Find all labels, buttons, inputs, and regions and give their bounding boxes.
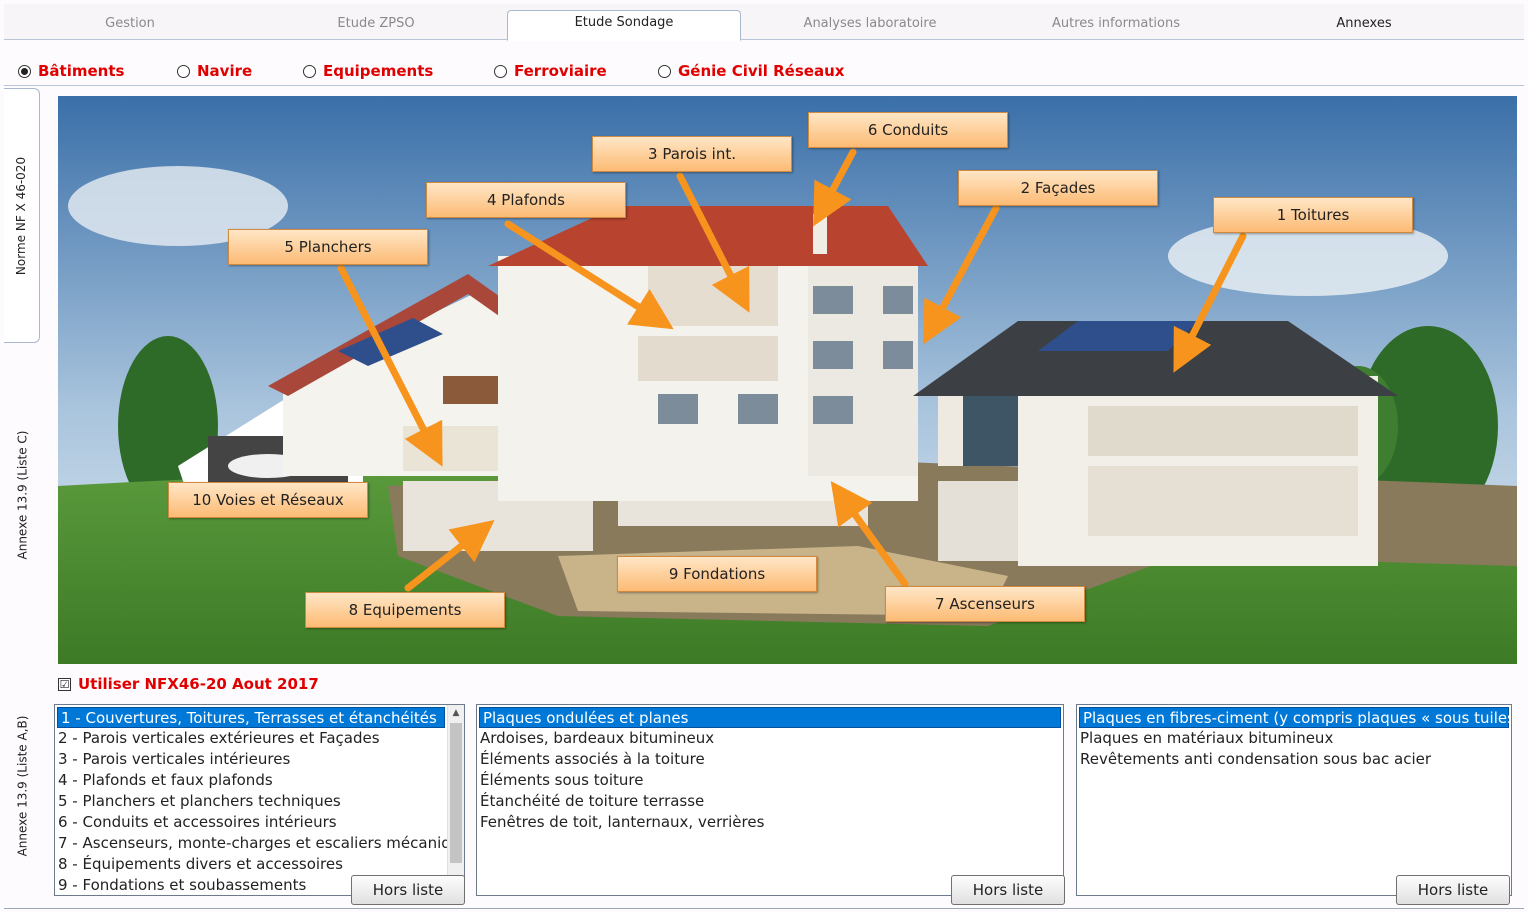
list-item[interactable]: 8 - Équipements divers et accessoires [55, 854, 464, 875]
bottom-divider [4, 908, 1524, 909]
callout-conduits[interactable]: 6 Conduits [808, 112, 1008, 148]
tab-annexes[interactable]: Annexes [1242, 12, 1486, 40]
radio-label: Génie Civil Réseaux [678, 62, 845, 80]
hors-liste-button-1[interactable]: Hors liste [351, 875, 465, 905]
building-illustration: 6 Conduits 3 Parois int. 2 Façades 4 Pla… [58, 96, 1517, 664]
radio-unchecked-icon [303, 64, 316, 78]
radio-checked-icon [18, 64, 31, 78]
radio-unchecked-icon [494, 64, 507, 78]
callout-plafonds[interactable]: 4 Plafonds [426, 182, 626, 218]
list-item[interactable]: Revêtements anti condensation sous bac a… [1077, 749, 1511, 770]
callout-facades[interactable]: 2 Façades [958, 170, 1158, 206]
callout-planchers[interactable]: 5 Planchers [228, 229, 428, 265]
radio-label: Bâtiments [38, 62, 125, 80]
side-tab-annexe-liste-c[interactable]: Annexe 13.9 (Liste C) [4, 350, 40, 640]
side-tab-annexe-liste-ab[interactable]: Annexe 13.9 (Liste A,B) [4, 663, 40, 908]
list-item[interactable]: Ardoises, bardeaux bitumineux [477, 728, 1063, 749]
list-item[interactable]: Éléments sous toiture [477, 770, 1063, 791]
callout-voies-reseaux[interactable]: 10 Voies et Réseaux [168, 482, 368, 518]
tab-gestion[interactable]: Gestion [8, 12, 252, 40]
tab-etude-sondage[interactable]: Etude Sondage [507, 10, 741, 41]
side-tab-bar: Norme NF X 46-020 Annexe 13.9 (Liste C) … [4, 88, 40, 908]
side-tab-label: Annexe 13.9 (Liste C) [15, 430, 30, 560]
checkbox-label: Utiliser NFX46-20 Aout 2017 [78, 675, 319, 693]
side-tab-norme-nfx46-020[interactable]: Norme NF X 46-020 [4, 88, 40, 343]
category-list[interactable]: 1 - Couvertures, Toitures, Terrasses et … [54, 704, 465, 896]
callout-fondations[interactable]: 9 Fondations [617, 556, 817, 592]
scroll-up-icon[interactable]: ▲ [448, 705, 464, 722]
list-item[interactable]: 6 - Conduits et accessoires intérieurs [55, 812, 464, 833]
list-item[interactable]: 5 - Planchers et planchers techniques [55, 791, 464, 812]
callout-toitures[interactable]: 1 Toitures [1213, 197, 1413, 233]
list-scrollbar[interactable]: ▲ [447, 705, 464, 895]
callout-equipements[interactable]: 8 Equipements [305, 592, 505, 628]
list-item[interactable]: 2 - Parois verticales extérieures et Faç… [55, 728, 464, 749]
radio-label: Navire [197, 62, 253, 80]
radio-genie-civil-reseaux[interactable]: Génie Civil Réseaux [658, 62, 844, 80]
list-item[interactable]: 4 - Plafonds et faux plafonds [55, 770, 464, 791]
radio-batiments[interactable]: Bâtiments [18, 62, 124, 80]
checkbox-checked-icon: ☑ [58, 677, 71, 691]
scrollbar-thumb[interactable] [450, 723, 462, 863]
side-tab-label: Annexe 13.9 (Liste A,B) [15, 715, 30, 856]
list-item[interactable]: 7 - Ascenseurs, monte-charges et escalie… [55, 833, 464, 854]
radio-equipements[interactable]: Equipements [303, 62, 433, 80]
material-list[interactable]: Plaques en fibres-ciment (y compris plaq… [1076, 704, 1512, 896]
hors-liste-button-3[interactable]: Hors liste [1396, 875, 1510, 905]
radio-navire[interactable]: Navire [177, 62, 252, 80]
radio-label: Equipements [323, 62, 434, 80]
radio-unchecked-icon [658, 64, 671, 78]
callout-parois-int[interactable]: 3 Parois int. [592, 136, 792, 172]
list-item[interactable]: Étanchéité de toiture terrasse [477, 791, 1063, 812]
hors-liste-button-2[interactable]: Hors liste [951, 875, 1065, 905]
list-item[interactable]: Plaques en fibres-ciment (y compris plaq… [1079, 707, 1511, 728]
list-item[interactable]: 3 - Parois verticales intérieures [55, 749, 464, 770]
list-item[interactable]: Plaques ondulées et planes [479, 707, 1061, 728]
nfx46-20-checkbox[interactable]: ☑ Utiliser NFX46-20 Aout 2017 [58, 675, 319, 693]
radio-ferroviaire[interactable]: Ferroviaire [494, 62, 607, 80]
side-tab-label: Norme NF X 46-020 [14, 156, 29, 275]
radio-label: Ferroviaire [514, 62, 607, 80]
tab-analyses-laboratoire[interactable]: Analyses laboratoire [748, 12, 992, 40]
app-window: Gestion Etude ZPSO Etude Sondage Analyse… [0, 0, 1528, 912]
list-item[interactable]: Éléments associés à la toiture [477, 749, 1063, 770]
radio-unchecked-icon [177, 64, 190, 78]
list-item[interactable]: Plaques en matériaux bitumineux [1077, 728, 1511, 749]
callout-ascenseurs[interactable]: 7 Ascenseurs [885, 586, 1085, 622]
list-item[interactable]: 1 - Couvertures, Toitures, Terrasses et … [57, 707, 445, 728]
list-item[interactable]: Fenêtres de toit, lanternaux, verrières [477, 812, 1063, 833]
category-radio-group: Bâtiments Navire Equipements Ferroviaire… [4, 42, 1524, 86]
tab-autres-informations[interactable]: Autres informations [994, 12, 1238, 40]
tab-bar: Gestion Etude ZPSO Etude Sondage Analyse… [4, 4, 1524, 41]
tab-etude-zpso[interactable]: Etude ZPSO [254, 12, 498, 40]
subcategory-list[interactable]: Plaques ondulées et planes Ardoises, bar… [476, 704, 1064, 896]
